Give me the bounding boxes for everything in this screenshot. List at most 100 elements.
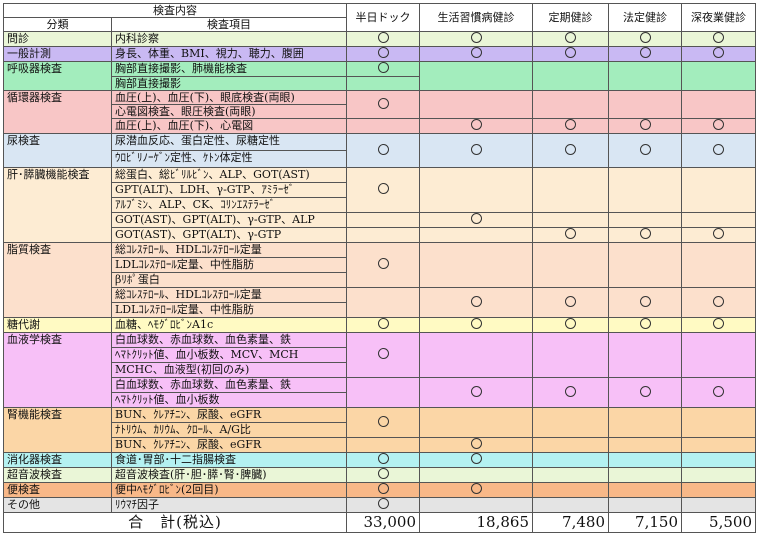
mark-cell: [532, 467, 609, 483]
mark-cell: [681, 167, 756, 213]
mark-cell: [346, 332, 420, 378]
item-label: ｳﾛﾋﾞﾘﾉｰｹﾞﾝ定性、ｹﾄﾝ体定性: [111, 150, 347, 168]
mark-cell: [419, 90, 533, 119]
mark-cell: [681, 31, 756, 47]
total-value-seikatsu: 18,865: [419, 512, 533, 533]
category-label: 脂質検査: [3, 242, 112, 318]
course-header-hotei: 法定健診: [608, 3, 682, 32]
mark-cell: [608, 467, 682, 483]
mark-cell: [532, 31, 609, 47]
mark-cell: [419, 227, 533, 243]
item-label: 便中ﾍﾓｸﾞﾛﾋﾞﾝ(2回目): [111, 482, 347, 498]
circle-mark-icon: [713, 295, 724, 307]
item-label: 白血球数、赤血球数、血色素量、鉄: [111, 377, 347, 393]
mark-cell: [681, 452, 756, 468]
table-row: GOT(AST)、GPT(ALT)、γ-GTP: [4, 227, 756, 243]
mark-cell: [346, 227, 420, 243]
mark-cell: [681, 61, 756, 91]
mark-cell: [532, 452, 609, 468]
mark-cell: [346, 317, 420, 333]
mark-cell: [532, 377, 609, 408]
mark-cell: [681, 332, 756, 378]
mark-cell: [532, 242, 609, 288]
item-label: 内科診察: [111, 31, 347, 47]
category-label: 糖代謝: [3, 317, 112, 333]
category-label: 消化器検査: [3, 452, 112, 468]
mark-cell: [681, 467, 756, 483]
mark-cell: [346, 437, 420, 453]
circle-mark-icon: [713, 228, 724, 239]
table-row: 血圧(上)、血圧(下)、心電図: [4, 118, 756, 134]
mark-cell: [419, 407, 533, 438]
mark-cell: [608, 118, 682, 134]
mark-cell: [681, 90, 756, 119]
mark-cell: [346, 287, 420, 318]
circle-mark-icon: [565, 47, 576, 58]
mark-cell: [532, 167, 609, 213]
circle-mark-icon: [713, 385, 724, 397]
circle-mark-icon: [565, 32, 576, 43]
table-row: 総ｺﾚｽﾃﾛｰﾙ、HDLｺﾚｽﾃﾛｰﾙ定量: [4, 287, 756, 318]
mark-cell: [346, 482, 420, 498]
category-label: 便検査: [3, 482, 112, 498]
circle-mark-icon: [470, 119, 482, 130]
category-label: 一般計測: [3, 46, 112, 62]
mark-cell: [346, 90, 420, 119]
circle-mark-icon: [470, 453, 482, 464]
mark-cell: [419, 31, 533, 47]
mark-cell: [681, 242, 756, 288]
total-value-teiki: 7,480: [532, 512, 609, 533]
mark-cell: [419, 437, 533, 453]
circle-mark-icon: [565, 385, 576, 397]
circle-mark-icon: [639, 143, 651, 155]
category-label: 血液学検査: [3, 332, 112, 408]
mark-cell: [346, 167, 420, 213]
category-label: 呼吸器検査: [3, 61, 112, 91]
item-label: MCHC、血液型(初回のみ): [111, 362, 347, 378]
mark-cell: [681, 437, 756, 453]
mark-cell: [419, 167, 533, 213]
mark-cell: [608, 317, 682, 333]
item-label: 食道･胃部･十二指腸検査: [111, 452, 347, 468]
mark-cell: [532, 212, 609, 228]
mark-cell: [681, 287, 756, 318]
mark-cell: [681, 46, 756, 62]
circle-mark-icon: [377, 415, 389, 427]
column-header-category: 分類: [3, 17, 112, 32]
mark-cell: [419, 242, 533, 288]
circle-mark-icon: [377, 468, 389, 479]
circle-mark-icon: [377, 62, 389, 73]
mark-cell: [419, 212, 533, 228]
mark-cell: [419, 377, 533, 408]
circle-mark-icon: [470, 213, 482, 224]
mark-cell: [532, 317, 609, 333]
circle-mark-icon: [377, 143, 389, 155]
circle-mark-icon: [470, 385, 482, 397]
mark-cell: [608, 31, 682, 47]
circle-mark-icon: [565, 119, 576, 130]
table-row: 血液学検査 白血球数、赤血球数、血色素量、鉄: [3, 332, 756, 408]
course-header-shinya: 深夜業健診: [681, 3, 756, 32]
mark-cell: [608, 497, 682, 513]
table-row: BUN、ｸﾚｱﾁﾆﾝ、尿酸、eGFR: [4, 437, 756, 453]
circle-mark-icon: [639, 119, 651, 130]
table-row: 循環器検査 血圧(上)、血圧(下)、眼底検査(両眼): [3, 90, 756, 134]
circle-mark-icon: [470, 47, 482, 58]
mark-cell: [608, 482, 682, 498]
item-label: 胸部直接撮影、肺機能検査: [111, 61, 347, 77]
circle-mark-icon: [470, 438, 482, 449]
circle-mark-icon: [713, 318, 724, 329]
circle-mark-icon: [377, 32, 389, 43]
mark-cell: [419, 133, 533, 168]
mark-cell: [419, 317, 533, 333]
mark-cell: [681, 212, 756, 228]
table-row: 超音波検査 超音波検査(肝･胆･膵･腎･脾臓): [3, 467, 756, 483]
item-label: ｱﾙﾌﾞﾐﾝ、ALP、CK、ｺﾘﾝｴｽﾃﾗｰｾﾞ: [111, 197, 347, 213]
item-label: 心電図検査、眼圧検査(両眼): [111, 104, 347, 119]
mark-cell: [532, 227, 609, 243]
item-label: GOT(AST)、GPT(ALT)、γ-GTP: [111, 227, 347, 243]
mark-cell: [346, 497, 420, 513]
mark-cell: [608, 242, 682, 288]
circle-mark-icon: [470, 318, 482, 329]
total-value-hotei: 7,150: [608, 512, 682, 533]
